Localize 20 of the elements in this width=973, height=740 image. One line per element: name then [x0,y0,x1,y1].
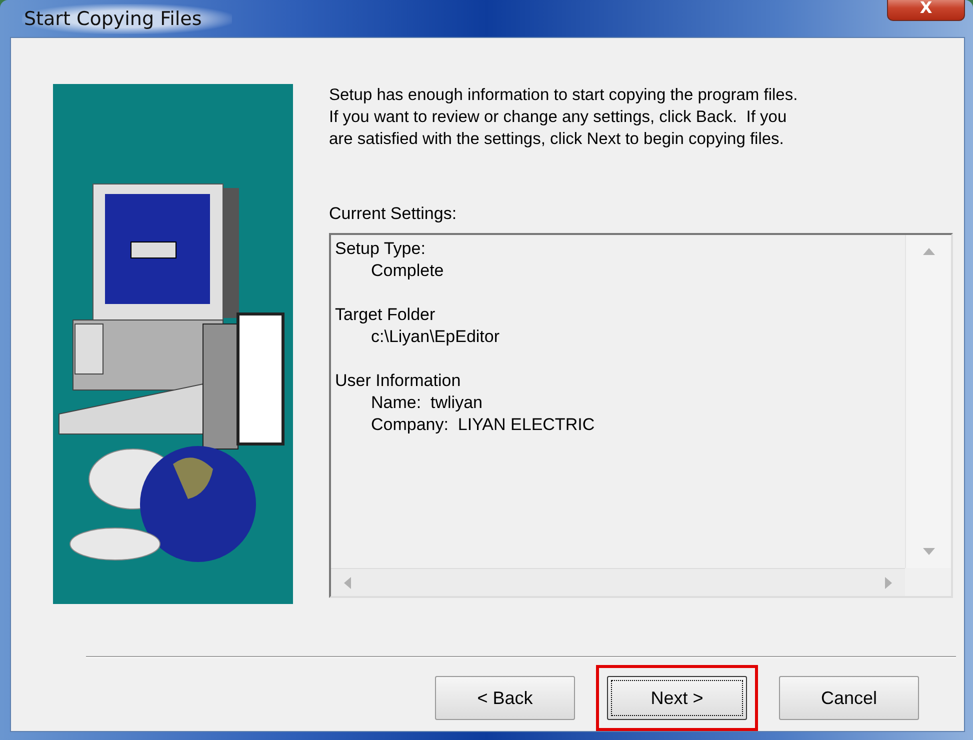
settings-heading: Setup Type: [335,238,426,260]
intro-text: Setup has enough information to start copying the program files. If you want to review or change any settings, click Back. If you are satisfied with the settings, click Next to begin copying files. [329,85,798,150]
dialog-button[interactable]: Next > [607,676,747,720]
settings-heading: User Information [335,370,462,392]
settings-value: c:\Liyan\EpEditor [370,326,501,348]
settings-value: Complete [370,260,445,282]
scroll-up-icon[interactable] [922,247,934,255]
horizontal-scrollbar[interactable] [331,568,905,596]
settings-value: Company: LIYAN ELECTRIC [370,414,596,436]
window-title: Start Copying Files [22,4,232,34]
vertical-scrollbar[interactable] [905,235,951,568]
dialog-button[interactable]: < Back [435,676,575,720]
settings-heading: Target Folder [335,304,436,326]
close-button[interactable]: X [887,0,965,20]
settings-value: Name: twliyan [370,392,484,414]
dialog-button[interactable]: Cancel [779,676,919,720]
scroll-right-icon[interactable] [885,576,893,588]
scroll-left-icon[interactable] [343,576,351,588]
settings-label: Current Settings: [329,203,458,225]
scroll-down-icon[interactable] [922,548,934,556]
